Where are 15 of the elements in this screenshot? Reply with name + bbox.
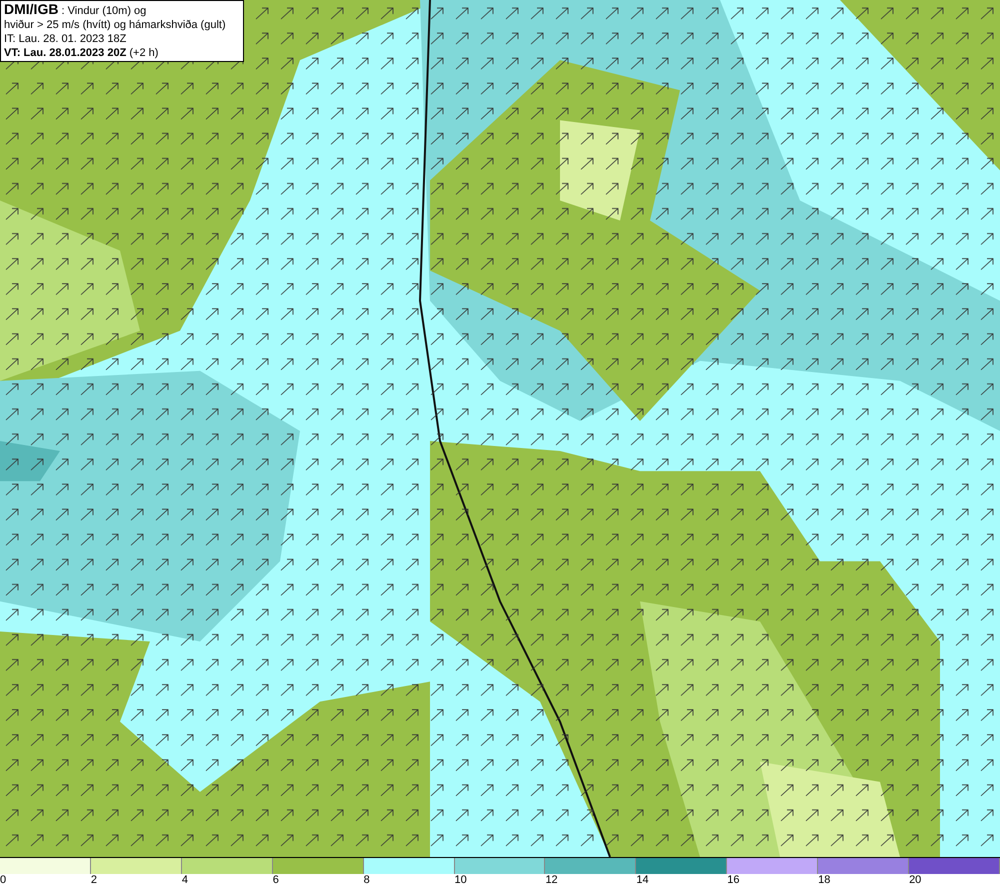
legend-tick-label: 2: [90, 874, 98, 887]
legend-tick-label: 18: [818, 874, 830, 887]
legend-tick-label: 14: [636, 874, 649, 887]
legend-tick-label: 12: [545, 874, 558, 887]
legend-tick-label: 8: [364, 874, 370, 887]
legend-tick-label: 20: [909, 874, 922, 887]
legend-tick-label: 16: [727, 874, 740, 887]
info-text: hviður > 25 m/s (hvítt) og hámarkshviða (gult): [4, 18, 227, 32]
legend-tick-label: 10: [454, 874, 467, 887]
legend-tick-label: 4: [182, 874, 188, 887]
info-text: IT: Lau. 28. 01. 2023 18Z: [4, 32, 128, 46]
legend-tick-label: 6: [272, 874, 279, 887]
info-text: VT: Lau. 28.01.2023 20Z (+2 h): [4, 46, 160, 60]
legend-tick-label: 0: [0, 874, 6, 887]
info-text: DMI/IGB : Vindur (10m) og: [4, 2, 148, 18]
